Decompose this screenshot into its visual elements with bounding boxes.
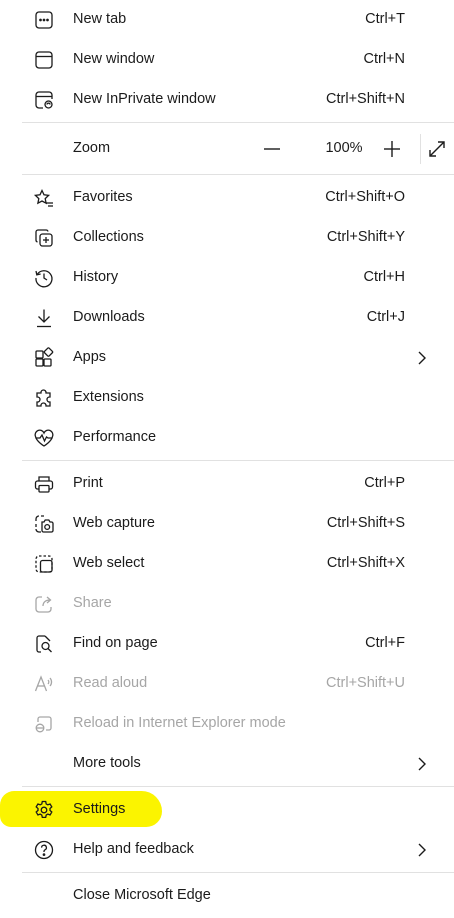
- menu-item-favorites[interactable]: Favorites Ctrl+Shift+O: [22, 179, 440, 217]
- menu-separator: [22, 122, 454, 123]
- menu-item-label: More tools: [73, 755, 141, 771]
- menu-item-label: Close Microsoft Edge: [73, 887, 211, 903]
- menu-item-reload-ie-mode: Reload in Internet Explorer mode: [22, 705, 440, 743]
- menu-item-new-inprivate-window[interactable]: New InPrivate window Ctrl+Shift+N: [22, 81, 440, 119]
- apps-icon: [33, 347, 55, 369]
- minus-icon[interactable]: [262, 139, 282, 159]
- menu-separator: [22, 872, 454, 873]
- menu-item-shortcut: Ctrl+T: [365, 11, 405, 27]
- menu-item-zoom: Zoom 100%: [22, 130, 440, 168]
- menu-item-help-and-feedback[interactable]: Help and feedback: [22, 831, 440, 869]
- camera-icon: [33, 513, 55, 535]
- plus-icon[interactable]: [382, 139, 402, 159]
- menu-item-share: Share: [22, 585, 440, 623]
- menu-item-new-window[interactable]: New window Ctrl+N: [22, 41, 440, 79]
- menu-item-label: New tab: [73, 11, 127, 27]
- menu-item-label: History: [73, 269, 119, 285]
- menu-item-shortcut: Ctrl+H: [363, 269, 406, 285]
- chevron-right-icon: [414, 756, 430, 772]
- menu-item-new-tab[interactable]: New tab Ctrl+T: [22, 1, 440, 39]
- read-aloud-icon: [33, 673, 55, 695]
- find-icon: [33, 633, 55, 655]
- zoom-value: 100%: [325, 140, 363, 156]
- chevron-right-icon: [414, 842, 430, 858]
- menu-item-label: Find on page: [73, 635, 158, 651]
- menu-item-label: Share: [73, 595, 112, 611]
- menu-item-label: New InPrivate window: [73, 91, 216, 107]
- menu-item-label: New window: [73, 51, 155, 67]
- download-icon: [33, 307, 55, 329]
- menu-item-label: Reload in Internet Explorer mode: [73, 715, 286, 731]
- inprivate-icon: [33, 89, 55, 111]
- zoom-divider: [420, 134, 421, 164]
- history-icon: [33, 267, 55, 289]
- menu-item-label: Collections: [73, 229, 144, 245]
- new-window-icon: [33, 49, 55, 71]
- menu-item-label: Print: [73, 475, 103, 491]
- menu-item-shortcut: Ctrl+F: [365, 635, 405, 651]
- zoom-label: Zoom: [73, 140, 111, 156]
- menu-item-downloads[interactable]: Downloads Ctrl+J: [22, 299, 440, 337]
- menu-item-label: Read aloud: [73, 675, 148, 691]
- menu-item-history[interactable]: History Ctrl+H: [22, 259, 440, 297]
- menu-item-shortcut: Ctrl+Shift+S: [326, 515, 405, 531]
- menu-item-find-on-page[interactable]: Find on page Ctrl+F: [22, 625, 440, 663]
- menu-item-web-capture[interactable]: Web capture Ctrl+Shift+S: [22, 505, 440, 543]
- menu-item-print[interactable]: Print Ctrl+P: [22, 465, 440, 503]
- menu-item-shortcut: Ctrl+Shift+X: [326, 555, 405, 571]
- menu-item-shortcut: Ctrl+Shift+N: [326, 91, 405, 107]
- menu-item-label: Apps: [73, 349, 107, 365]
- chevron-right-icon: [414, 350, 430, 366]
- menu-item-shortcut: Ctrl+Shift+Y: [326, 229, 405, 245]
- menu-item-shortcut: Ctrl+J: [366, 309, 405, 325]
- menu-item-label: Web select: [73, 555, 145, 571]
- heartbeat-icon: [33, 427, 55, 449]
- menu-item-performance[interactable]: Performance: [22, 419, 440, 457]
- star-icon: [33, 187, 55, 209]
- menu-item-label: Web capture: [73, 515, 155, 531]
- edge-settings-menu: New tab Ctrl+T New window Ctrl+N New InP…: [0, 0, 454, 918]
- menu-separator: [22, 786, 454, 787]
- menu-item-label: Settings: [73, 801, 126, 817]
- menu-item-more-tools[interactable]: More tools: [22, 745, 440, 783]
- menu-item-label: Help and feedback: [73, 841, 194, 857]
- menu-item-shortcut: Ctrl+Shift+O: [325, 189, 405, 205]
- menu-item-label: Downloads: [73, 309, 145, 325]
- fullscreen-icon[interactable]: [427, 139, 447, 159]
- menu-separator: [22, 174, 454, 175]
- help-icon: [33, 839, 55, 861]
- menu-item-label: Extensions: [73, 389, 144, 405]
- share-icon: [33, 593, 55, 615]
- menu-separator: [22, 460, 454, 461]
- menu-item-read-aloud: Read aloud Ctrl+Shift+U: [22, 665, 440, 703]
- menu-item-extensions[interactable]: Extensions: [22, 379, 440, 417]
- collections-icon: [33, 227, 55, 249]
- menu-item-web-select[interactable]: Web select Ctrl+Shift+X: [22, 545, 440, 583]
- ie-mode-icon: [33, 713, 55, 735]
- menu-item-label: Favorites: [73, 189, 133, 205]
- zoom-controls: 100%: [262, 130, 452, 168]
- menu-item-label: Performance: [73, 429, 157, 445]
- puzzle-icon: [33, 387, 55, 409]
- menu-item-shortcut: Ctrl+P: [364, 475, 405, 491]
- menu-item-apps[interactable]: Apps: [22, 339, 440, 377]
- menu-item-shortcut: Ctrl+N: [363, 51, 406, 67]
- gear-icon: [33, 799, 55, 821]
- new-tab-icon: [33, 9, 55, 31]
- select-icon: [33, 553, 55, 575]
- menu-item-collections[interactable]: Collections Ctrl+Shift+Y: [22, 219, 440, 257]
- menu-item-shortcut: Ctrl+Shift+U: [326, 675, 405, 691]
- printer-icon: [33, 473, 55, 495]
- menu-item-settings[interactable]: Settings: [22, 791, 440, 829]
- menu-item-close-edge[interactable]: Close Microsoft Edge: [22, 877, 440, 915]
